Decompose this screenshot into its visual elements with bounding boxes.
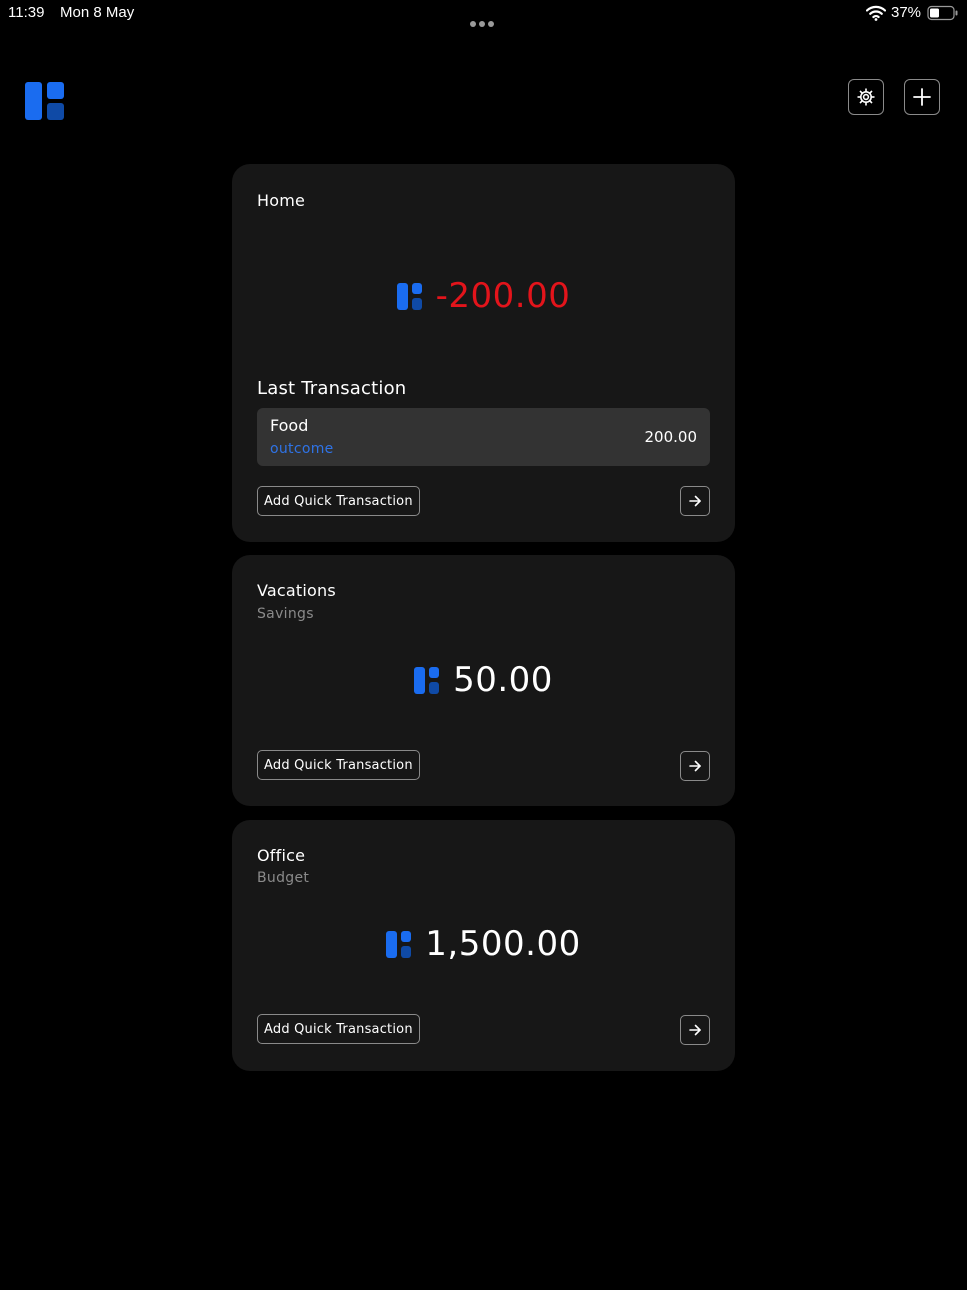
last-transaction-row[interactable]: Food outcome 200.00 [257,408,710,466]
account-balance: 50.00 [232,660,735,700]
add-quick-transaction-button[interactable]: Add Quick Transaction [257,1014,420,1044]
status-time: 11:39 [8,4,45,21]
add-quick-transaction-button[interactable]: Add Quick Transaction [257,486,420,516]
battery-icon [927,5,958,21]
arrow-right-icon [689,1024,701,1036]
account-name: Vacations [257,581,336,600]
account-balance: -200.00 [232,276,735,316]
add-account-button[interactable] [904,79,940,115]
last-transaction-heading: Last Transaction [257,378,407,399]
transaction-type: outcome [270,441,334,457]
arrow-right-icon [689,495,701,507]
account-name: Office [257,846,306,865]
app-logo-icon [25,82,64,120]
transaction-name: Food [270,416,309,435]
settings-button[interactable] [848,79,884,115]
balance-value: 1,500.00 [425,924,581,964]
account-card-vacations[interactable]: Vacations Savings 50.00 Add Quick Transa… [232,555,735,806]
battery-percent: 37% [891,4,922,21]
account-name: Home [257,191,306,210]
currency-logo-icon [414,666,440,694]
account-type: Savings [257,606,314,622]
status-date: Mon 8 May [60,4,135,21]
balance-value: -200.00 [435,276,571,316]
status-bar: 11:39 Mon 8 May 37% [0,0,967,28]
open-account-button[interactable] [680,1015,710,1045]
currency-logo-icon [396,282,422,310]
balance-value: 50.00 [453,660,553,700]
wifi-icon [866,5,886,21]
open-account-button[interactable] [680,486,710,516]
add-quick-transaction-button[interactable]: Add Quick Transaction [257,750,420,780]
multitasking-dots-icon[interactable] [470,12,498,27]
currency-logo-icon [386,930,412,958]
plus-icon [913,88,931,106]
open-account-button[interactable] [680,751,710,781]
account-card-office[interactable]: Office Budget 1,500.00 Add Quick Transac… [232,820,735,1071]
account-type: Budget [257,870,310,886]
account-balance: 1,500.00 [232,924,735,964]
transaction-amount: 200.00 [644,428,698,446]
gear-icon [857,88,875,106]
arrow-right-icon [689,760,701,772]
account-card-home[interactable]: Home -200.00 Last Transaction Food outco… [232,164,735,542]
